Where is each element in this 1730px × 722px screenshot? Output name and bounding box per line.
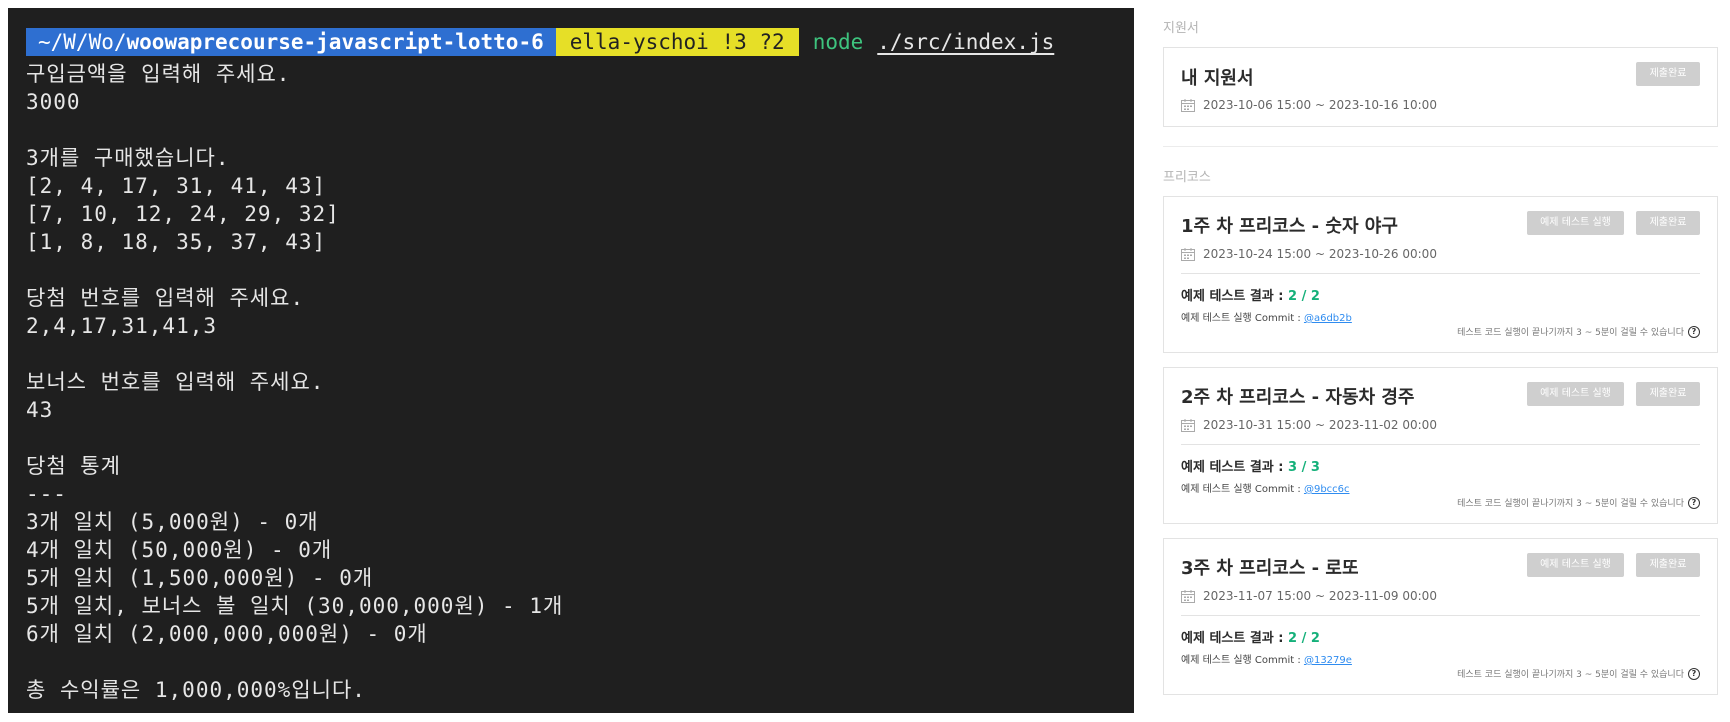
run-example-test-button[interactable]: 예제 테스트 실행 xyxy=(1527,553,1624,577)
terminal-line: 5개 일치 (1,500,000원) - 0개 xyxy=(26,566,374,590)
card-title: 내 지원서 xyxy=(1181,68,1254,89)
terminal-line: [1, 8, 18, 35, 37, 43] xyxy=(26,230,327,254)
card-divider xyxy=(1181,444,1700,445)
prompt-command: node xyxy=(812,30,864,54)
prompt-argument: ./src/index.js xyxy=(877,30,1055,54)
terminal-line: 43 xyxy=(26,398,54,422)
calendar-icon xyxy=(1181,418,1195,432)
submit-complete-button[interactable]: 제출완료 xyxy=(1636,553,1700,577)
terminal-line: [7, 10, 12, 24, 29, 32] xyxy=(26,202,340,226)
section-label-application: 지원서 xyxy=(1163,21,1199,36)
test-duration-note: 테스트 코드 실행이 끝나기까지 3 ~ 5분이 걸릴 수 있습니다 xyxy=(1457,499,1684,509)
submit-complete-button[interactable]: 제출완료 xyxy=(1636,211,1700,235)
calendar-icon xyxy=(1181,98,1195,112)
test-result-score: 3 / 3 xyxy=(1288,460,1320,475)
application-panel: 지원서 내 지원서 제출완료 2023-10-06 15:00 ~ 2023-1… xyxy=(1163,0,1718,722)
terminal-line: 당첨 통계 xyxy=(26,454,121,478)
precourse-card-week2: 2주 차 프리코스 - 자동차 경주 예제 테스트 실행 제출완료 2023-1… xyxy=(1163,367,1718,524)
prompt-branch: ella-yschoi !3 ?2 xyxy=(555,28,799,56)
date-range: 2023-10-24 15:00 ~ 2023-10-26 00:00 xyxy=(1203,247,1437,261)
terminal-line: --- xyxy=(26,482,67,506)
section-divider xyxy=(1163,146,1718,147)
commit-row: 예제 테스트 실행 Commit : @a6db2b xyxy=(1181,309,1352,324)
calendar-icon xyxy=(1181,247,1195,261)
date-row: 2023-10-06 15:00 ~ 2023-10-16 10:00 xyxy=(1181,98,1437,112)
commit-row: 예제 테스트 실행 Commit : @13279e xyxy=(1181,651,1352,666)
date-row: 2023-10-24 15:00 ~ 2023-10-26 00:00 xyxy=(1181,247,1437,261)
test-duration-note: 테스트 코드 실행이 끝나기까지 3 ~ 5분이 걸릴 수 있습니다 xyxy=(1457,670,1684,680)
date-row: 2023-11-07 15:00 ~ 2023-11-09 00:00 xyxy=(1181,589,1437,603)
commit-label: 예제 테스트 실행 Commit : xyxy=(1181,484,1304,495)
terminal-line: 4개 일치 (50,000원) - 0개 xyxy=(26,538,333,562)
shell-prompt: ~/W/Wo/woowaprecourse-javascript-lotto-6… xyxy=(26,28,1116,56)
test-duration-note: 테스트 코드 실행이 끝나기까지 3 ~ 5분이 걸릴 수 있습니다 xyxy=(1457,328,1684,338)
card-title: 1주 차 프리코스 - 숫자 야구 xyxy=(1181,216,1398,237)
test-result-label: 예제 테스트 결과 : xyxy=(1181,289,1289,304)
test-result: 예제 테스트 결과 : 2 / 2 xyxy=(1181,285,1320,304)
run-example-test-button[interactable]: 예제 테스트 실행 xyxy=(1527,211,1624,235)
section-label-precourse: 프리코스 xyxy=(1163,170,1211,185)
terminal-line: 구입금액을 입력해 주세요. xyxy=(26,62,291,86)
card-title: 2주 차 프리코스 - 자동차 경주 xyxy=(1181,387,1415,408)
test-result-label: 예제 테스트 결과 : xyxy=(1181,631,1289,646)
date-range: 2023-10-31 15:00 ~ 2023-11-02 00:00 xyxy=(1203,418,1437,432)
prompt-path-prefix: ~/W/Wo/ xyxy=(38,30,127,54)
terminal-line: 보너스 번호를 입력해 주세요. xyxy=(26,370,325,394)
commit-row: 예제 테스트 실행 Commit : @9bcc6c xyxy=(1181,480,1350,495)
terminal-line: 2,4,17,31,41,3 xyxy=(26,314,218,338)
terminal-line: 당첨 번호를 입력해 주세요. xyxy=(26,286,305,310)
commit-link[interactable]: @a6db2b xyxy=(1304,313,1352,324)
terminal-line: 3000 xyxy=(26,90,81,114)
test-result-label: 예제 테스트 결과 : xyxy=(1181,460,1289,475)
terminal-line: 5개 일치, 보너스 볼 일치 (30,000,000원) - 1개 xyxy=(26,594,564,618)
terminal-line: 총 수익률은 1,000,000%입니다. xyxy=(26,678,366,702)
prompt-path: ~/W/Wo/woowaprecourse-javascript-lotto-6 xyxy=(26,28,556,56)
terminal-line: 6개 일치 (2,000,000,000원) - 0개 xyxy=(26,622,428,646)
test-result: 예제 테스트 결과 : 2 / 2 xyxy=(1181,627,1320,646)
note-row: 테스트 코드 실행이 끝나기까지 3 ~ 5분이 걸릴 수 있습니다? xyxy=(1457,667,1700,680)
precourse-card-week3: 3주 차 프리코스 - 로또 예제 테스트 실행 제출완료 2023-11-07… xyxy=(1163,538,1718,695)
terminal-line: [2, 4, 17, 31, 41, 43] xyxy=(26,174,327,198)
commit-label: 예제 테스트 실행 Commit : xyxy=(1181,313,1304,324)
test-result: 예제 테스트 결과 : 3 / 3 xyxy=(1181,456,1320,475)
date-row: 2023-10-31 15:00 ~ 2023-11-02 00:00 xyxy=(1181,418,1437,432)
date-range: 2023-10-06 15:00 ~ 2023-10-16 10:00 xyxy=(1203,98,1437,112)
card-divider xyxy=(1181,273,1700,274)
terminal-line: 3개 일치 (5,000원) - 0개 xyxy=(26,510,319,534)
terminal-line: 3개를 구매했습니다. xyxy=(26,146,230,170)
note-row: 테스트 코드 실행이 끝나기까지 3 ~ 5분이 걸릴 수 있습니다? xyxy=(1457,325,1700,338)
card-title: 3주 차 프리코스 - 로또 xyxy=(1181,558,1359,579)
test-result-score: 2 / 2 xyxy=(1288,289,1320,304)
commit-link[interactable]: @9bcc6c xyxy=(1304,484,1350,495)
help-icon[interactable]: ? xyxy=(1688,496,1700,509)
precourse-card-week1: 1주 차 프리코스 - 숫자 야구 예제 테스트 실행 제출완료 2023-10… xyxy=(1163,196,1718,353)
prompt-path-repo: woowaprecourse-javascript-lotto-6 xyxy=(126,30,544,54)
submit-complete-button[interactable]: 제출완료 xyxy=(1636,62,1700,86)
application-card: 내 지원서 제출완료 2023-10-06 15:00 ~ 2023-10-16… xyxy=(1163,47,1718,127)
submit-complete-button[interactable]: 제출완료 xyxy=(1636,382,1700,406)
commit-link[interactable]: @13279e xyxy=(1304,655,1352,666)
card-divider xyxy=(1181,615,1700,616)
calendar-icon xyxy=(1181,589,1195,603)
help-icon[interactable]: ? xyxy=(1688,667,1700,680)
commit-label: 예제 테스트 실행 Commit : xyxy=(1181,655,1304,666)
date-range: 2023-11-07 15:00 ~ 2023-11-09 00:00 xyxy=(1203,589,1437,603)
run-example-test-button[interactable]: 예제 테스트 실행 xyxy=(1527,382,1624,406)
terminal-window[interactable]: ~/W/Wo/woowaprecourse-javascript-lotto-6… xyxy=(8,8,1134,713)
help-icon[interactable]: ? xyxy=(1688,325,1700,338)
note-row: 테스트 코드 실행이 끝나기까지 3 ~ 5분이 걸릴 수 있습니다? xyxy=(1457,496,1700,509)
test-result-score: 2 / 2 xyxy=(1288,631,1320,646)
